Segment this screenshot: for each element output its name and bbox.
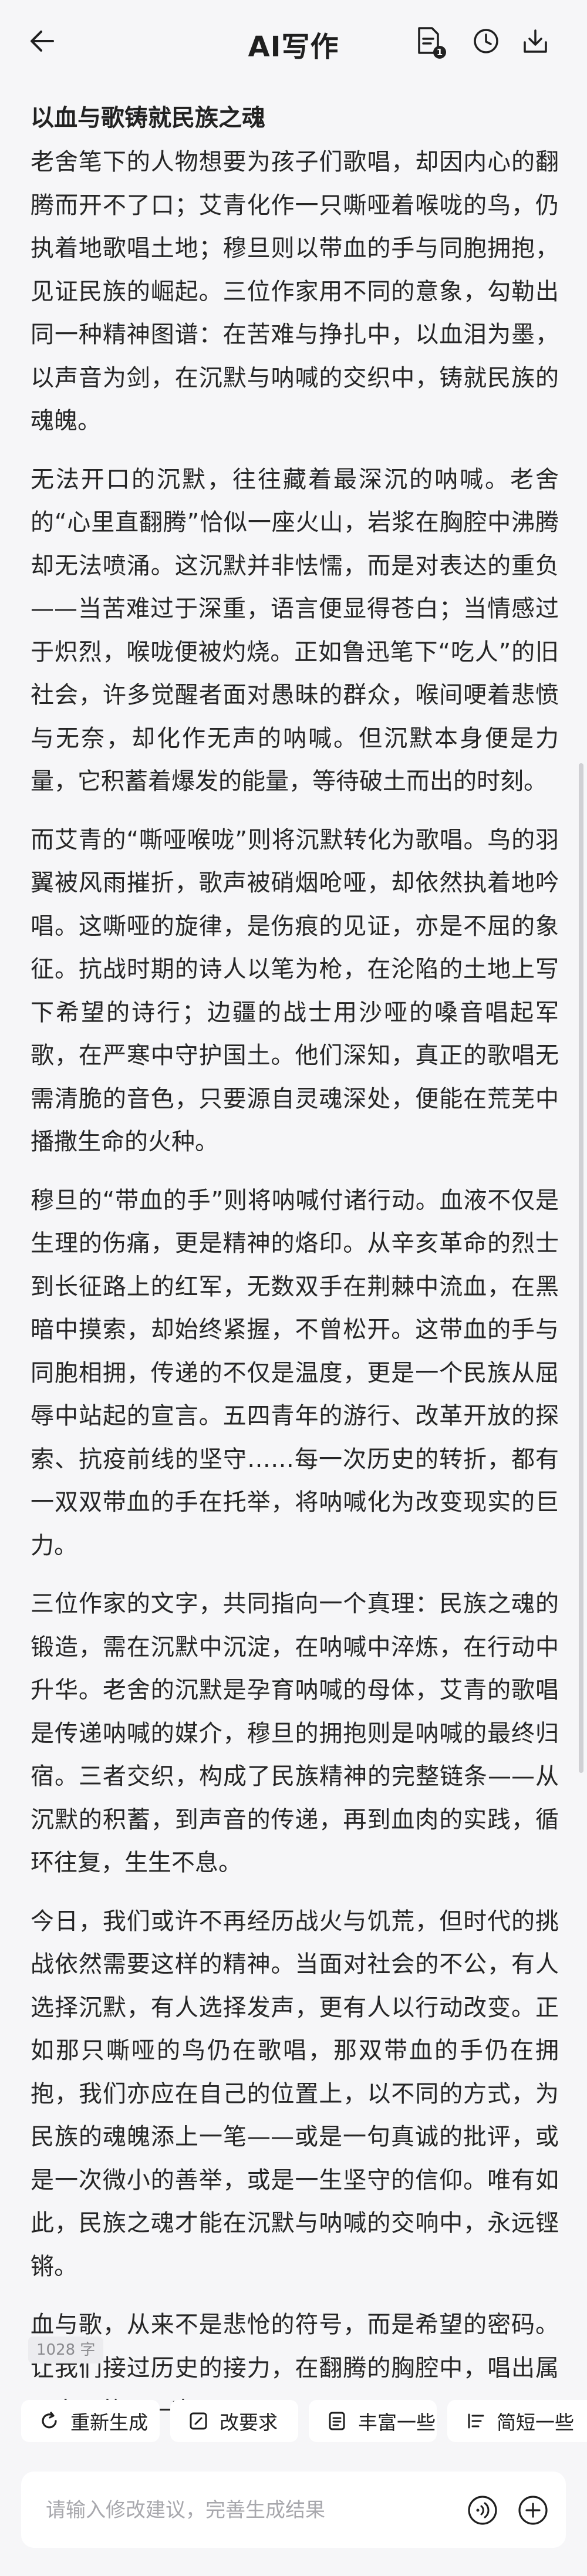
action-chip-row: 重新生成 改要求 丰富一些 简短一些 bbox=[0, 2389, 587, 2455]
regenerate-label: 重新生成 bbox=[70, 2411, 148, 2434]
revision-input-bar bbox=[21, 2472, 566, 2548]
enrich-button[interactable]: 丰富一些 bbox=[309, 2400, 437, 2442]
article-title: 以血与歌铸就民族之魂 bbox=[31, 104, 265, 132]
word-count-badge: 1028 字 bbox=[28, 2336, 104, 2363]
shorten-label: 简短一些 bbox=[497, 2411, 574, 2434]
export-icon bbox=[524, 29, 547, 53]
shorten-icon bbox=[465, 2410, 486, 2432]
scrollbar[interactable] bbox=[579, 763, 583, 1773]
voice-icon bbox=[468, 2496, 497, 2525]
add-button[interactable] bbox=[517, 2494, 549, 2527]
shorten-button[interactable]: 简短一些 bbox=[447, 2400, 587, 2442]
export-button[interactable] bbox=[517, 22, 554, 60]
plus-circle-icon bbox=[518, 2496, 548, 2525]
regenerate-icon bbox=[39, 2410, 60, 2432]
document-button[interactable]: 1 bbox=[410, 22, 447, 60]
paragraph: 而艾青的“嘶哑喉咙”则将沉默转化为歌唱。鸟的羽翼被风雨摧折，歌声被硝烟呛哑，却依… bbox=[31, 826, 559, 1156]
top-bar: AI写作 1 bbox=[0, 0, 587, 82]
enrich-label: 丰富一些 bbox=[358, 2411, 436, 2434]
enrich-icon bbox=[326, 2410, 348, 2432]
regenerate-button[interactable]: 重新生成 bbox=[21, 2400, 160, 2442]
history-button[interactable] bbox=[467, 22, 505, 60]
voice-input-button[interactable] bbox=[466, 2494, 499, 2527]
paragraph: 老舍笔下的人物想要为孩子们歌唱，却因内心的翻腾而开不了口；艾青化作一只嘶哑着喉咙… bbox=[31, 149, 559, 434]
edit-icon bbox=[188, 2410, 209, 2432]
change-requirements-button[interactable]: 改要求 bbox=[170, 2400, 298, 2442]
paragraph: 今日，我们或许不再经历战火与饥荒，但时代的挑战依然需要这样的精神。当面对社会的不… bbox=[31, 1907, 559, 2280]
paragraph: 无法开口的沉默，往往藏着最深沉的呐喊。老舍的“心里直翻腾”恰似一座火山，岩浆在胸… bbox=[31, 466, 559, 795]
revision-input[interactable] bbox=[45, 2491, 446, 2529]
article-body: 老舍笔下的人物想要为孩子们歌唱，却因内心的翻腾而开不了口；艾青化作一只嘶哑着喉咙… bbox=[31, 141, 559, 2449]
history-clock-icon bbox=[474, 29, 498, 53]
notification-badge: 1 bbox=[433, 46, 446, 59]
change-requirements-label: 改要求 bbox=[220, 2411, 278, 2434]
paragraph: 三位作家的文字，共同指向一个真理：民族之魂的锻造，需在沉默中沉淀，在呐喊中淬炼，… bbox=[31, 1590, 559, 1876]
paragraph: 穆旦的“带血的手”则将呐喊付诸行动。血液不仅是生理的伤痛，更是精神的烙印。从辛亥… bbox=[31, 1186, 559, 1559]
